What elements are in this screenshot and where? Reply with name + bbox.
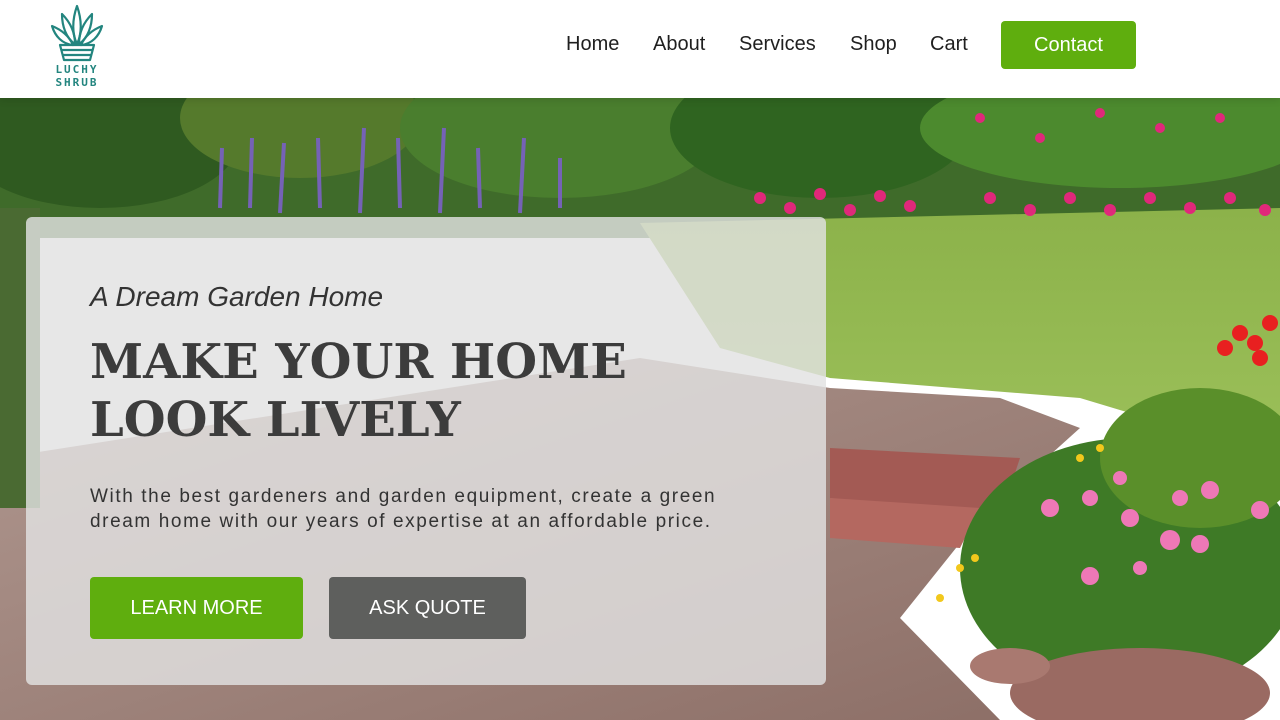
hero-headline-line1: MAKE YOUR HOME xyxy=(90,334,627,390)
hero-subtitle: A Dream Garden Home xyxy=(90,281,384,312)
ask-quote-button[interactable]: ASK QUOTE xyxy=(329,577,526,639)
nav-services[interactable]: Services xyxy=(739,33,816,56)
nav-home[interactable]: Home xyxy=(566,33,619,56)
contact-button[interactable]: Contact xyxy=(1001,21,1136,69)
logo[interactable]: LUCHY SHRUB xyxy=(44,0,110,96)
hero-headline-line2: LOOK LIVELY xyxy=(90,392,461,448)
hero-headline: MAKE YOUR HOME LOOK LIVELY xyxy=(90,333,790,449)
nav-about[interactable]: About xyxy=(653,33,705,56)
logo-text-shrub: SHRUB xyxy=(55,76,99,89)
hero-card: A Dream Garden Home MAKE YOUR HOME LOOK … xyxy=(26,217,826,685)
learn-more-button[interactable]: LEARN MORE xyxy=(90,577,303,639)
nav-cart[interactable]: Cart xyxy=(930,33,968,56)
nav-shop[interactable]: Shop xyxy=(850,33,897,56)
hero-description: With the best gardeners and garden equip… xyxy=(90,486,717,532)
logo-text-luchy: LUCHY xyxy=(55,63,99,76)
site-header: LUCHY SHRUB Home About Services Shop Car… xyxy=(0,0,1280,98)
shrub-logo-icon xyxy=(50,4,104,62)
